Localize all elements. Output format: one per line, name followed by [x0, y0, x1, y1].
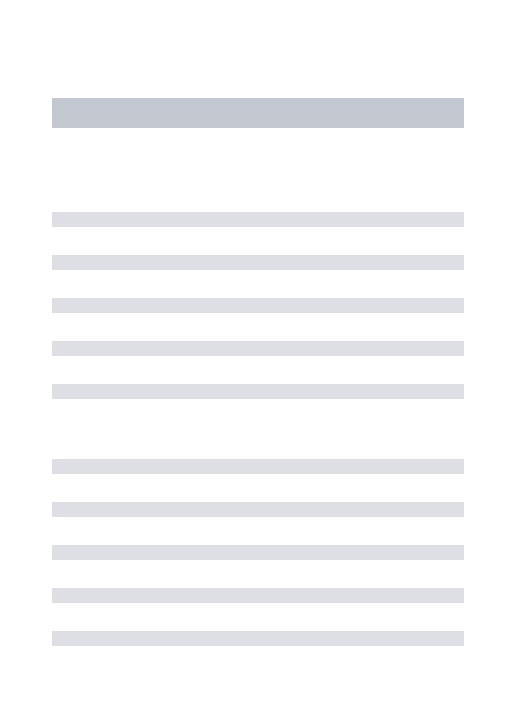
skeleton-line: [52, 384, 464, 399]
skeleton-line: [52, 459, 464, 474]
skeleton-line: [52, 298, 464, 313]
skeleton-line: [52, 631, 464, 646]
skeleton-container: [0, 0, 516, 646]
skeleton-line: [52, 341, 464, 356]
skeleton-line: [52, 212, 464, 227]
skeleton-line: [52, 255, 464, 270]
skeleton-line: [52, 502, 464, 517]
skeleton-paragraph-1: [52, 212, 464, 399]
skeleton-line: [52, 545, 464, 560]
skeleton-paragraph-2: [52, 459, 464, 646]
skeleton-header: [52, 98, 464, 128]
skeleton-line: [52, 588, 464, 603]
